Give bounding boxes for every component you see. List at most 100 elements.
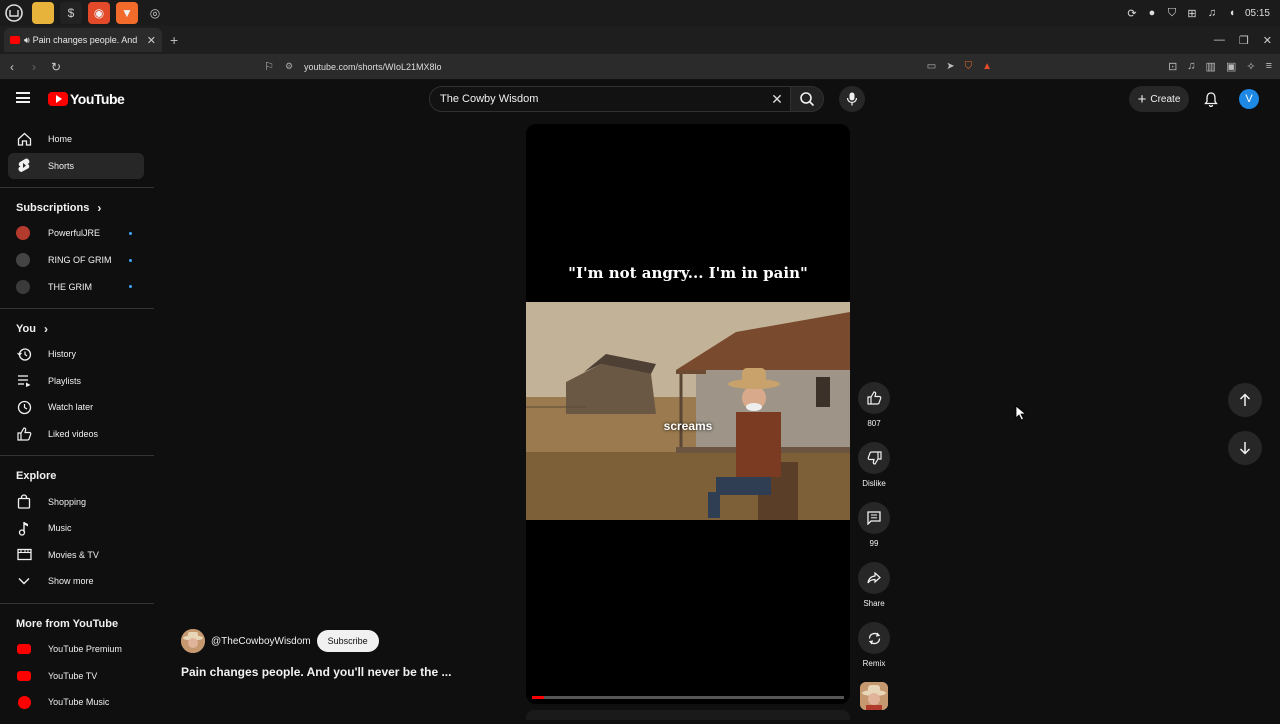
clock-time[interactable]: 05:15: [1245, 8, 1270, 19]
send-icon[interactable]: ➤: [946, 61, 954, 72]
you-heading[interactable]: You ›: [0, 317, 154, 341]
sidebar-item-home[interactable]: Home: [8, 126, 144, 153]
browser-tab[interactable]: 🔊︎ Pain changes people. And ✕: [4, 28, 162, 52]
dislike-button[interactable]: [858, 442, 890, 474]
hamburger-menu-icon[interactable]: [16, 92, 30, 103]
chromium-icon[interactable]: ◎: [144, 2, 166, 24]
divider: [0, 455, 154, 457]
address-field[interactable]: ⚐ ⚙ youtube.com/shorts/WIoL21MX8lo ▭ ➤ ⛉…: [258, 57, 1000, 77]
restore-icon[interactable]: ❐: [1239, 34, 1249, 47]
sidebar-item-the-grim[interactable]: THE GRIM: [8, 273, 144, 300]
dislike-label: Dislike: [862, 479, 886, 488]
thumbs-up-icon: [16, 426, 32, 442]
sidebar-item-label: Playlists: [48, 375, 82, 386]
clear-search-icon[interactable]: ✕: [764, 91, 790, 108]
address-bar-row: ‹ › ↻ ⚐ ⚙ youtube.com/shorts/WIoL21MX8lo…: [0, 54, 1280, 80]
sidebar-toggle-icon[interactable]: ▥: [1206, 60, 1216, 73]
app-icon[interactable]: ◉: [88, 2, 110, 24]
url-text[interactable]: youtube.com/shorts/WIoL21MX8lo: [298, 62, 927, 72]
like-button[interactable]: [858, 382, 890, 414]
audio-source-thumbnail[interactable]: [860, 682, 888, 710]
close-tab-icon[interactable]: ✕: [147, 34, 156, 47]
wallet-icon[interactable]: ▣: [1226, 60, 1236, 73]
voice-search-button[interactable]: [839, 86, 865, 112]
terminal-icon[interactable]: $: [60, 2, 82, 24]
chevron-right-icon: ›: [43, 321, 48, 336]
history-icon: [16, 346, 32, 362]
sidebar-item-powerfuljre[interactable]: PowerfulJRE: [8, 220, 144, 247]
reload-icon[interactable]: ↻: [46, 60, 66, 74]
search-value[interactable]: The Cowby Wisdom: [440, 93, 764, 105]
minimize-icon[interactable]: —: [1214, 34, 1225, 47]
remix-button[interactable]: [858, 622, 890, 654]
thumbs-up-icon: [866, 391, 881, 405]
sidebar-item-shopping[interactable]: Shopping: [8, 488, 144, 515]
circle-icon[interactable]: ●: [1145, 6, 1159, 20]
sidebar-item-label: Home: [48, 134, 73, 145]
account-avatar[interactable]: V: [1239, 89, 1259, 109]
back-icon[interactable]: ‹: [2, 60, 22, 74]
share-button[interactable]: [858, 562, 890, 594]
sidebar-item-liked-videos[interactable]: Liked videos: [8, 421, 144, 448]
speaker-icon[interactable]: 🔊︎: [24, 35, 30, 46]
forward-icon[interactable]: ›: [24, 60, 44, 74]
sidebar-item-movies-tv[interactable]: Movies & TV: [8, 542, 144, 569]
sidebar-item-youtube-premium[interactable]: YouTube Premium: [8, 636, 144, 663]
sidebar-item-show-more[interactable]: Show more: [8, 568, 144, 595]
video-progress-bar[interactable]: [532, 696, 844, 699]
browser-menu-icon[interactable]: ≡: [1266, 60, 1272, 73]
rewards-icon[interactable]: ▲: [982, 61, 992, 72]
network-icon[interactable]: ⊞: [1185, 6, 1199, 20]
sidebar-item-ring-of-grim[interactable]: RING OF GRIM: [8, 247, 144, 274]
music-note-icon[interactable]: ♫: [1205, 6, 1219, 20]
brave-shield-icon[interactable]: ⛉: [965, 61, 973, 72]
brave-icon[interactable]: ▼: [116, 2, 138, 24]
subscriptions-heading[interactable]: Subscriptions ›: [0, 196, 154, 220]
video-title[interactable]: Pain changes people. And you'll never be…: [181, 665, 451, 679]
shorts-player[interactable]: "I'm not angry... I'm in pain" screams: [526, 124, 850, 704]
sidebar-item-playlists[interactable]: Playlists: [8, 368, 144, 395]
youtube-favicon-icon: [10, 36, 20, 44]
youtube-logo[interactable]: YouTube: [48, 91, 125, 107]
cast-icon[interactable]: ▭: [927, 61, 936, 72]
sidebar-item-youtube-music[interactable]: YouTube Music: [8, 689, 144, 716]
media-icon[interactable]: ♫: [1187, 60, 1195, 73]
sidebar-item-music[interactable]: Music: [8, 515, 144, 542]
update-icon[interactable]: ⟳: [1125, 6, 1139, 20]
next-short-button[interactable]: [1228, 431, 1262, 465]
leo-icon[interactable]: ✧: [1246, 60, 1255, 73]
next-short-preview[interactable]: [526, 710, 850, 720]
remix-action: Remix: [854, 622, 894, 668]
new-tab-button[interactable]: +: [170, 32, 178, 48]
notifications-bell-icon[interactable]: [1202, 90, 1220, 108]
close-window-icon[interactable]: ✕: [1263, 34, 1272, 47]
volume-icon[interactable]: ◖: [1225, 6, 1239, 20]
shield-icon[interactable]: ⛉: [1165, 6, 1179, 20]
site-info-icon[interactable]: ⚙: [280, 61, 298, 72]
sidebar-item-youtube-tv[interactable]: YouTube TV: [8, 662, 144, 689]
youtube-premium-icon: [16, 641, 32, 657]
search-input[interactable]: The Cowby Wisdom ✕: [429, 86, 791, 112]
sidebar-item-shorts[interactable]: Shorts: [8, 152, 144, 180]
bookmark-icon[interactable]: ⚐: [258, 60, 280, 73]
clock-icon: [16, 399, 32, 415]
sidebar-item-label: Show more: [48, 576, 94, 587]
channel-avatar: [16, 226, 30, 241]
channel-handle[interactable]: @TheCowboyWisdom: [211, 636, 311, 647]
share-label: Share: [863, 599, 885, 608]
previous-short-button[interactable]: [1228, 383, 1262, 417]
search-icon: [800, 92, 815, 107]
dislike-action: Dislike: [854, 442, 894, 488]
mint-logo-icon[interactable]: [3, 2, 25, 24]
sidebar-item-watch-later[interactable]: Watch later: [8, 394, 144, 421]
subscribe-button[interactable]: Subscribe: [316, 630, 379, 652]
chevron-right-icon: ›: [97, 201, 102, 216]
folder-icon[interactable]: [32, 2, 54, 24]
sidebar-item-history[interactable]: History: [8, 341, 144, 368]
create-button[interactable]: + Create: [1129, 86, 1189, 112]
channel-avatar[interactable]: [181, 629, 205, 653]
screenshot-icon[interactable]: ⊡: [1168, 60, 1177, 73]
search-button[interactable]: [790, 86, 824, 112]
comments-button[interactable]: [858, 502, 890, 534]
chevron-down-icon: [16, 573, 32, 589]
